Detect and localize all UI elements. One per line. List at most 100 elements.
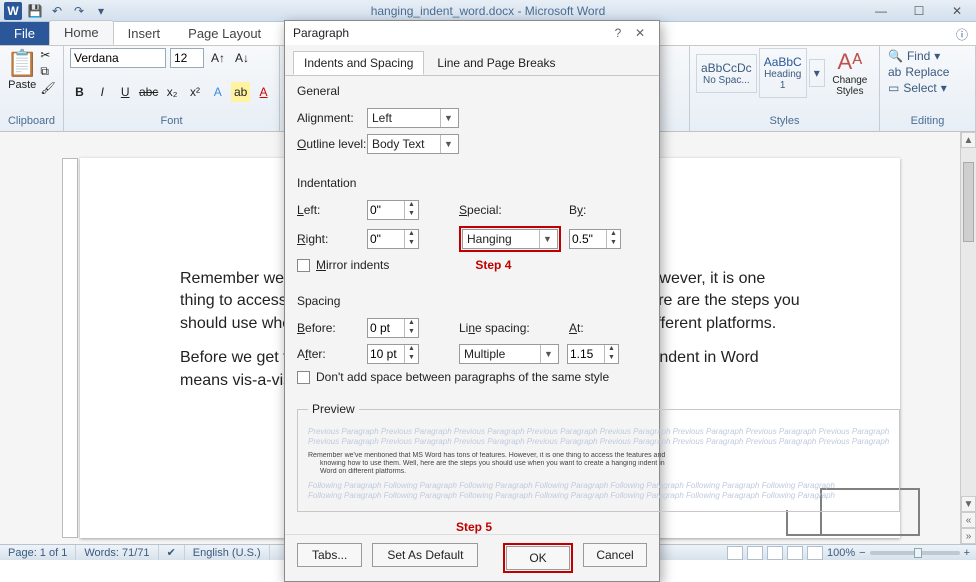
- status-language[interactable]: English (U.S.): [185, 545, 270, 560]
- font-color-button[interactable]: A: [254, 82, 273, 102]
- superscript-button[interactable]: x²: [186, 82, 205, 102]
- mirror-indents-checkbox[interactable]: [297, 259, 310, 272]
- word-app-icon[interactable]: W: [4, 2, 22, 20]
- cut-icon[interactable]: ✂: [40, 48, 55, 62]
- styles-more-icon[interactable]: ▾: [809, 59, 825, 87]
- space-before-input[interactable]: ▲▼: [367, 318, 419, 338]
- home-tab[interactable]: Home: [49, 20, 114, 45]
- maximize-button[interactable]: ☐: [900, 0, 938, 22]
- change-styles-label: Change Styles: [827, 75, 873, 97]
- style-heading1[interactable]: AaBbC Heading 1: [759, 48, 807, 98]
- chevron-down-icon: ▼: [440, 109, 456, 127]
- minimize-button[interactable]: —: [862, 0, 900, 22]
- view-print-layout-icon[interactable]: [727, 546, 743, 560]
- chevron-down-icon: ▼: [539, 230, 555, 248]
- outline-level-select[interactable]: Body Text▼: [367, 134, 459, 154]
- format-painter-icon[interactable]: 🖌: [40, 81, 55, 95]
- at-label: At:: [569, 321, 593, 335]
- tabs-button[interactable]: Tabs...: [297, 543, 362, 567]
- special-label: Special:: [459, 203, 511, 217]
- undo-icon[interactable]: ↶: [48, 2, 66, 20]
- dialog-close-icon[interactable]: ✕: [629, 26, 651, 40]
- indent-right-input[interactable]: ▲▼: [367, 229, 419, 249]
- editing-group-label: Editing: [886, 115, 969, 129]
- dialog-title: Paragraph: [293, 26, 607, 40]
- cancel-button[interactable]: Cancel: [583, 543, 647, 567]
- next-page-icon[interactable]: »: [961, 528, 976, 544]
- font-size-input[interactable]: [170, 48, 204, 68]
- page-layout-tab[interactable]: Page Layout: [174, 22, 275, 45]
- subscript-button[interactable]: x₂: [163, 82, 182, 102]
- help-icon[interactable]: ⓘ: [948, 24, 976, 45]
- view-outline-icon[interactable]: [787, 546, 803, 560]
- line-spacing-label: Line spacing:: [459, 321, 539, 335]
- font-name-input[interactable]: [70, 48, 166, 68]
- copy-icon[interactable]: ⧉: [40, 64, 55, 79]
- zoom-out-icon[interactable]: −: [859, 547, 865, 559]
- alignment-select[interactable]: Left▼: [367, 108, 459, 128]
- step4-annotation: Step 4: [475, 258, 511, 272]
- status-proofing-icon[interactable]: ✔: [159, 545, 185, 560]
- mirror-indents-label: Mirror indents: [316, 258, 389, 272]
- style-nospacing[interactable]: aBbCcDc No Spac...: [696, 54, 757, 93]
- dialog-help-icon[interactable]: ?: [607, 26, 629, 40]
- select-button[interactable]: ▭Select ▾: [886, 80, 969, 96]
- title-bar: W 💾 ↶ ↷ ▾ hanging_indent_word.docx - Mic…: [0, 0, 976, 22]
- view-web-icon[interactable]: [767, 546, 783, 560]
- italic-button[interactable]: I: [93, 82, 112, 102]
- vertical-scrollbar[interactable]: ▲ ▼ « »: [960, 132, 976, 544]
- scroll-up-icon[interactable]: ▲: [961, 132, 976, 148]
- grow-font-icon[interactable]: A↑: [208, 48, 228, 68]
- chevron-down-icon: ▼: [540, 345, 556, 363]
- close-button[interactable]: ✕: [938, 0, 976, 22]
- alignment-label: Alignment:: [297, 111, 367, 125]
- status-words[interactable]: Words: 71/71: [76, 545, 158, 560]
- tab-line-page-breaks[interactable]: Line and Page Breaks: [426, 51, 566, 75]
- select-icon: ▭: [888, 81, 899, 95]
- text-effects-button[interactable]: A: [208, 82, 227, 102]
- view-draft-icon[interactable]: [807, 546, 823, 560]
- find-button[interactable]: 🔍Find ▾: [886, 48, 969, 64]
- underline-button[interactable]: U: [116, 82, 135, 102]
- scroll-down-icon[interactable]: ▼: [961, 496, 976, 512]
- dont-add-space-checkbox[interactable]: [297, 371, 310, 384]
- status-page[interactable]: Page: 1 of 1: [0, 545, 76, 560]
- file-tab[interactable]: File: [0, 22, 49, 45]
- by-input[interactable]: ▲▼: [569, 229, 621, 249]
- preview-box: Preview Previous Paragraph Previous Para…: [297, 402, 900, 512]
- step5-highlight: OK: [503, 543, 573, 573]
- tab-indents-spacing[interactable]: Indents and Spacing: [293, 51, 424, 75]
- highlight-button[interactable]: ab: [231, 82, 250, 102]
- vertical-ruler[interactable]: [62, 158, 78, 538]
- at-input[interactable]: ▲▼: [567, 344, 619, 364]
- scroll-thumb[interactable]: [963, 162, 974, 242]
- window-title: hanging_indent_word.docx - Microsoft Wor…: [114, 4, 862, 18]
- zoom-in-icon[interactable]: +: [964, 547, 970, 559]
- preview-label: Preview: [308, 402, 359, 416]
- shrink-font-icon[interactable]: A↓: [232, 48, 252, 68]
- change-styles-icon[interactable]: Aᴬ: [838, 49, 863, 75]
- save-icon[interactable]: 💾: [26, 2, 44, 20]
- replace-button[interactable]: abReplace: [886, 64, 969, 80]
- by-label: By:: [569, 203, 599, 217]
- ok-button[interactable]: OK: [506, 546, 570, 570]
- indent-left-label: Left:: [297, 203, 367, 217]
- replace-icon: ab: [888, 65, 901, 79]
- zoom-slider[interactable]: [870, 551, 960, 555]
- redo-icon[interactable]: ↷: [70, 2, 88, 20]
- qat-dropdown-icon[interactable]: ▾: [92, 2, 110, 20]
- paste-icon[interactable]: 📋: [6, 48, 38, 79]
- strikethrough-button[interactable]: abc: [139, 82, 159, 102]
- indent-left-input[interactable]: ▲▼: [367, 200, 419, 220]
- insert-tab[interactable]: Insert: [114, 22, 175, 45]
- view-fullscreen-icon[interactable]: [747, 546, 763, 560]
- prev-page-icon[interactable]: «: [961, 512, 976, 528]
- space-after-input[interactable]: ▲▼: [367, 344, 419, 364]
- line-spacing-select[interactable]: Multiple▼: [459, 344, 559, 364]
- clipboard-group-label: Clipboard: [6, 115, 57, 129]
- bold-button[interactable]: B: [70, 82, 89, 102]
- styles-group-label: Styles: [696, 115, 873, 129]
- set-default-button[interactable]: Set As Default: [372, 543, 478, 567]
- zoom-level[interactable]: 100%: [827, 547, 855, 559]
- special-select[interactable]: Hanging▼: [462, 229, 558, 249]
